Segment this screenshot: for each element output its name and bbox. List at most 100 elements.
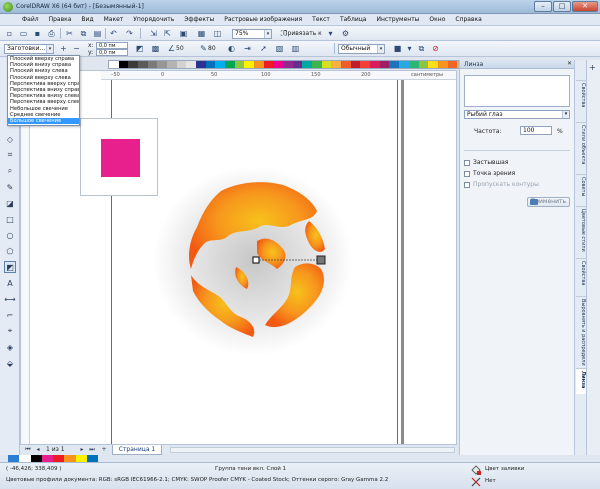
preset-option-selected[interactable]: Большое свечение	[8, 117, 79, 125]
welcome-screen-icon[interactable]: ◫	[212, 28, 223, 39]
smart-fill-icon[interactable]: ◪	[4, 197, 16, 209]
menu-effects[interactable]: Эффекты	[179, 16, 219, 23]
minimize-button[interactable]: –	[534, 1, 552, 12]
import-icon[interactable]: ⇲	[148, 28, 159, 39]
maximize-button[interactable]: □	[553, 1, 571, 12]
tab-object-styles[interactable]: Стили объекта	[576, 122, 586, 172]
snap-dropdown-icon[interactable]: ▾	[325, 28, 336, 39]
x-position-field[interactable]: 0,0 пм	[96, 42, 128, 49]
chevron-down-icon[interactable]: ▾	[46, 45, 53, 53]
copy-shadow-icon[interactable]: ⧉	[416, 43, 427, 54]
prev-page-icon[interactable]: ◂	[34, 446, 42, 454]
lock-icon[interactable]	[530, 199, 538, 205]
fade-icon[interactable]: ◐	[226, 43, 237, 54]
tab-hints[interactable]: Советы	[576, 174, 586, 204]
print-icon[interactable]: ⎙	[46, 28, 57, 39]
feather-edges-icon[interactable]: ▧	[274, 43, 285, 54]
presets-combo[interactable]: Заготовки... ▾	[4, 44, 54, 54]
eyedropper-tool-icon[interactable]: ⌖	[4, 325, 16, 337]
shadow-feather-value[interactable]: 80	[208, 45, 216, 52]
palette-side-strip[interactable]: +	[586, 60, 600, 455]
shadow-angle-value[interactable]: 50	[176, 45, 184, 52]
undo-icon[interactable]: ↶	[108, 28, 119, 39]
chevron-down-icon[interactable]: ▾	[264, 30, 271, 38]
apply-button[interactable]: Применить	[527, 197, 570, 207]
y-position-field[interactable]: 0,0 пм	[96, 49, 128, 56]
menu-tools[interactable]: Инструменты	[371, 16, 424, 23]
zoom-tool-icon[interactable]: ⌕	[4, 165, 16, 177]
frozen-checkbox[interactable]	[464, 159, 470, 166]
parallel-dimension-icon[interactable]: ⟷	[4, 293, 16, 305]
shadow-start-handle[interactable]	[252, 256, 260, 264]
menu-help[interactable]: Справка	[450, 16, 486, 23]
smart-fill-tool-icon[interactable]: ⬙	[4, 357, 16, 369]
publish-pdf-icon[interactable]: ▣	[178, 28, 189, 39]
crop-tool-icon[interactable]: ⌗	[4, 149, 16, 161]
frozen-checkbox-row[interactable]: Застывшая	[464, 158, 508, 167]
next-page-icon[interactable]: ▸	[78, 446, 86, 454]
zoom-levels-combo[interactable]: 75% ▾	[232, 29, 272, 39]
paste-icon[interactable]: ▤	[92, 28, 103, 39]
viewpoint-checkbox[interactable]	[464, 170, 470, 177]
tab-properties[interactable]: Свойства	[576, 80, 586, 120]
freehand-tool-icon[interactable]: ✎	[4, 181, 16, 193]
menu-window[interactable]: Окно	[424, 16, 450, 23]
tab-page-1[interactable]: Страница 1	[112, 445, 162, 455]
menu-bitmaps[interactable]: Растровые изображения	[219, 16, 307, 23]
merge-mode-combo[interactable]: Обычный ▾	[338, 44, 385, 54]
menu-view[interactable]: Вид	[76, 16, 98, 23]
lens-type-combo[interactable]: Рыбий глаз ▾	[464, 110, 570, 119]
shadow-end-handle[interactable]	[316, 255, 326, 265]
menu-arrange[interactable]: Упорядочить	[128, 16, 179, 23]
add-docker-icon[interactable]: +	[589, 63, 596, 72]
snap-to-label[interactable]: Привязать к	[283, 30, 322, 37]
drop-shadow-icon[interactable]: ◩	[134, 43, 145, 54]
color-dropdown-icon[interactable]: ▾	[404, 43, 415, 54]
frequency-input[interactable]: 100	[520, 126, 552, 135]
redo-icon[interactable]: ↷	[124, 28, 135, 39]
fill-bucket-icon[interactable]	[470, 464, 482, 476]
horizontal-scrollbar[interactable]	[170, 447, 455, 453]
shadow-color-icon[interactable]: ▩	[150, 43, 161, 54]
ellipse-tool-icon[interactable]: ○	[4, 229, 16, 241]
interactive-fill-icon[interactable]: ◈	[4, 341, 16, 353]
new-document-icon[interactable]: ▫	[4, 28, 15, 39]
preset-option[interactable]: Перспектива вверху слева	[8, 99, 79, 105]
docker-close-icon[interactable]: ✕	[567, 60, 572, 67]
text-tool-icon[interactable]: A	[4, 277, 16, 289]
menu-text[interactable]: Текст	[307, 16, 335, 23]
add-preset-icon[interactable]: +	[58, 43, 69, 54]
polygon-tool-icon[interactable]: ⬠	[4, 245, 16, 257]
menu-layout[interactable]: Макет	[99, 16, 129, 23]
preset-dropdown-list[interactable]: Плоский вверху справа Плоский внизу спра…	[7, 55, 80, 126]
cut-icon[interactable]: ✂	[64, 28, 75, 39]
copy-icon[interactable]: ⧉	[78, 28, 89, 39]
clear-shadow-icon[interactable]: ⊘	[430, 43, 441, 54]
outline-pen-icon[interactable]	[470, 476, 482, 488]
menu-table[interactable]: Таблица	[335, 16, 372, 23]
color-profile-info[interactable]: Цветовые профили документа: RGB: sRGB IE…	[6, 477, 388, 483]
coreldraw-app-icon[interactable]	[3, 2, 13, 12]
options-icon[interactable]: ⚙	[340, 28, 351, 39]
remove-preset-icon[interactable]: −	[71, 43, 82, 54]
menu-file[interactable]: Файл	[0, 16, 44, 23]
document-palette[interactable]	[8, 455, 98, 462]
drop-shadow-tool-icon[interactable]: ◩	[4, 261, 16, 273]
open-folder-icon[interactable]: ▭	[18, 28, 29, 39]
tab-object-properties[interactable]: Свойства	[576, 258, 586, 294]
shadow-copy-icon[interactable]: ▥	[290, 43, 301, 54]
chevron-down-icon[interactable]: ▾	[377, 45, 384, 53]
tab-lens[interactable]: Линза	[576, 368, 586, 394]
application-launcher-icon[interactable]: ▦	[196, 28, 207, 39]
tab-color-styles[interactable]: Цветовые стили	[576, 206, 586, 256]
rectangle-tool-icon[interactable]: □	[4, 213, 16, 225]
shadow-color-swatch-icon[interactable]: ■	[392, 43, 403, 54]
connector-tool-icon[interactable]: ⌐	[4, 309, 16, 321]
add-page-icon[interactable]: +	[100, 446, 108, 454]
stretch-icon[interactable]: ⇥	[242, 43, 253, 54]
menu-edit[interactable]: Правка	[44, 16, 77, 23]
close-button[interactable]: ✕	[572, 1, 598, 12]
viewpoint-checkbox-row[interactable]: Точка зрения	[464, 169, 515, 178]
preset-option[interactable]: Плоский вверху слева	[8, 75, 79, 81]
tab-align-distribute[interactable]: Выровнять и распределить	[576, 296, 586, 366]
